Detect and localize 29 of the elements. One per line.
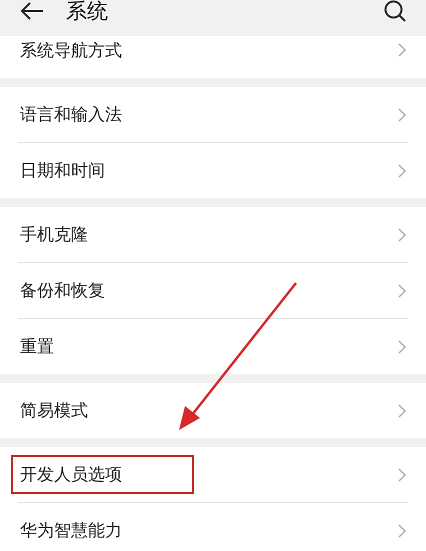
row-label: 重置 [19,336,55,359]
settings-row[interactable]: 备份和恢复 [18,262,408,318]
row-label: 华为智慧能力 [19,520,123,543]
settings-row[interactable]: 系统导航方式 [18,36,408,78]
chevron-icon [398,284,406,298]
row-label: 备份和恢复 [19,280,106,303]
settings-row[interactable]: 日期和时间 [18,142,408,198]
settings-row[interactable]: 手机克隆 [18,207,408,262]
row-label: 简易模式 [19,400,89,423]
settings-row[interactable]: 重置 [18,318,408,374]
settings-row[interactable]: 简易模式 [18,383,408,438]
row-label: 开发人员选项 [11,455,194,494]
back-arrow-icon[interactable] [20,1,44,21]
settings-row[interactable]: 语言和输入法 [18,87,408,142]
chevron-icon [398,404,406,418]
chevron-icon [398,108,406,122]
chevron-icon [398,164,406,178]
search-icon[interactable] [384,0,406,22]
chevron-icon [398,524,406,538]
chevron-icon [398,468,406,482]
chevron-icon [398,43,406,57]
row-label: 系统导航方式 [19,40,123,62]
row-label: 日期和时间 [19,160,106,183]
page-title: 系统 [66,0,109,25]
row-label: 语言和输入法 [19,104,123,127]
chevron-icon [398,340,406,354]
row-label: 手机克隆 [19,224,89,247]
settings-row[interactable]: 华为智慧能力 [18,502,408,551]
chevron-icon [398,228,406,242]
